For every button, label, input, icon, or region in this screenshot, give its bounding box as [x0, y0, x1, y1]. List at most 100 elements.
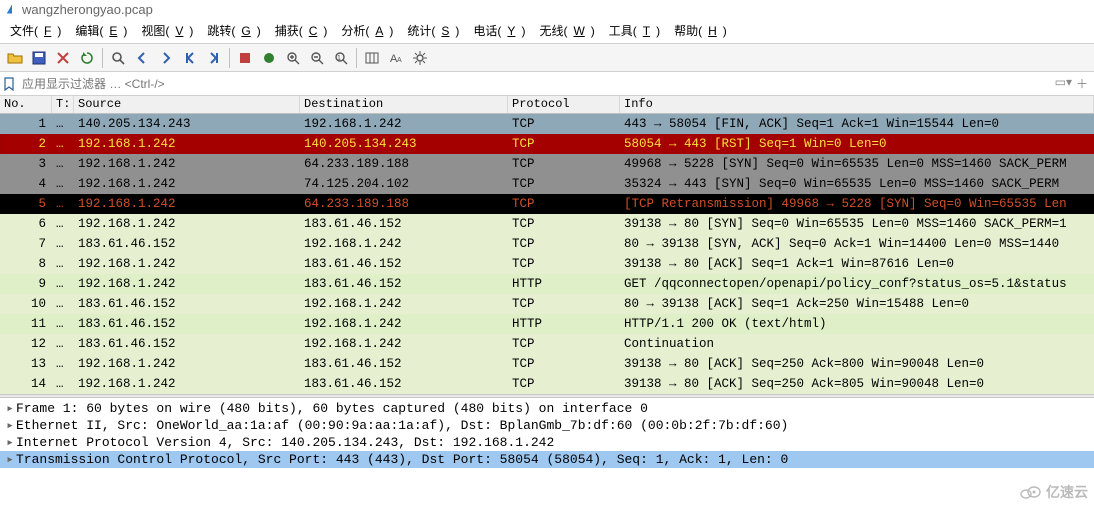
- table-row[interactable]: 1…140.205.134.243192.168.1.242TCP443 → 5…: [0, 114, 1094, 134]
- display-filter-input[interactable]: [18, 75, 1049, 93]
- detail-row[interactable]: ▸Ethernet II, Src: OneWorld_aa:1a:af (00…: [0, 417, 1094, 434]
- reload-icon[interactable]: [76, 47, 98, 69]
- cell-t: …: [52, 177, 74, 191]
- col-header-proto[interactable]: Protocol: [508, 96, 620, 113]
- table-row[interactable]: 11…183.61.46.152192.168.1.242HTTPHTTP/1.…: [0, 314, 1094, 334]
- cell-proto: TCP: [508, 237, 620, 251]
- cell-no: 11: [0, 317, 52, 331]
- bookmark-icon[interactable]: [0, 77, 18, 91]
- cell-src: 192.168.1.242: [74, 277, 300, 291]
- cell-no: 8: [0, 257, 52, 271]
- cell-proto: TCP: [508, 117, 620, 131]
- text-size-icon[interactable]: AA: [385, 47, 407, 69]
- table-row[interactable]: 8…192.168.1.242183.61.46.152TCP39138 → 8…: [0, 254, 1094, 274]
- table-row[interactable]: 10…183.61.46.152192.168.1.242TCP80 → 391…: [0, 294, 1094, 314]
- col-header-info[interactable]: Info: [620, 96, 1094, 113]
- filter-expression-icon[interactable]: ▭▾: [1055, 75, 1072, 92]
- cell-dst: 183.61.46.152: [300, 277, 508, 291]
- save-icon[interactable]: [28, 47, 50, 69]
- menu-item[interactable]: 工具(T): [603, 20, 666, 41]
- expand-icon[interactable]: ▸: [4, 401, 16, 416]
- cell-proto: TCP: [508, 357, 620, 371]
- menu-item[interactable]: 编辑(E): [69, 20, 133, 41]
- cell-dst: 183.61.46.152: [300, 377, 508, 391]
- cell-info: Continuation: [620, 337, 1094, 351]
- cell-src: 192.168.1.242: [74, 217, 300, 231]
- skip-back-icon[interactable]: [179, 47, 201, 69]
- watermark: 亿速云: [1020, 482, 1088, 502]
- table-row[interactable]: 2…192.168.1.242140.205.134.243TCP58054 →…: [0, 134, 1094, 154]
- cell-src: 192.168.1.242: [74, 197, 300, 211]
- cell-t: …: [52, 237, 74, 251]
- zoom-fit-icon[interactable]: 1: [330, 47, 352, 69]
- svg-text:1: 1: [337, 55, 341, 62]
- table-row[interactable]: 3…192.168.1.24264.233.189.188TCP49968 → …: [0, 154, 1094, 174]
- cell-info: HTTP/1.1 200 OK (text/html): [620, 317, 1094, 331]
- record-icon[interactable]: [258, 47, 280, 69]
- menu-item[interactable]: 统计(S): [401, 20, 465, 41]
- cell-no: 7: [0, 237, 52, 251]
- col-header-source[interactable]: Source: [74, 96, 300, 113]
- table-row[interactable]: 14…192.168.1.242183.61.46.152TCP39138 → …: [0, 374, 1094, 394]
- menu-item[interactable]: 跳转(G): [201, 20, 266, 41]
- detail-row[interactable]: ▸Internet Protocol Version 4, Src: 140.2…: [0, 434, 1094, 451]
- table-row[interactable]: 13…192.168.1.242183.61.46.152TCP39138 → …: [0, 354, 1094, 374]
- col-header-no[interactable]: No.: [0, 96, 52, 113]
- cell-info: GET /qqconnectopen/openapi/policy_conf?s…: [620, 277, 1094, 291]
- cell-dst: 192.168.1.242: [300, 337, 508, 351]
- detail-row[interactable]: ▸Transmission Control Protocol, Src Port…: [0, 451, 1094, 468]
- back-icon[interactable]: [131, 47, 153, 69]
- expand-icon[interactable]: ▸: [4, 452, 16, 467]
- zoom-out-icon[interactable]: [306, 47, 328, 69]
- cell-no: 12: [0, 337, 52, 351]
- cell-info: [TCP Retransmission] 49968 → 5228 [SYN] …: [620, 197, 1094, 211]
- cell-t: …: [52, 297, 74, 311]
- menu-item[interactable]: 捕获(C): [269, 20, 334, 41]
- detail-row[interactable]: ▸Frame 1: 60 bytes on wire (480 bits), 6…: [0, 400, 1094, 417]
- col-header-dest[interactable]: Destination: [300, 96, 508, 113]
- cell-src: 183.61.46.152: [74, 317, 300, 331]
- table-row[interactable]: 4…192.168.1.24274.125.204.102TCP35324 → …: [0, 174, 1094, 194]
- zoom-in-icon[interactable]: [282, 47, 304, 69]
- cell-src: 192.168.1.242: [74, 157, 300, 171]
- filter-apply-icon[interactable]: ＋: [1076, 75, 1088, 92]
- title-bar: wangzherongyao.pcap: [0, 0, 1094, 18]
- menu-item[interactable]: 视图(V): [135, 20, 199, 41]
- expand-icon[interactable]: ▸: [4, 418, 16, 433]
- search-icon[interactable]: [107, 47, 129, 69]
- detail-text: Transmission Control Protocol, Src Port:…: [16, 452, 788, 467]
- folder-open-icon[interactable]: [4, 47, 26, 69]
- table-row[interactable]: 7…183.61.46.152192.168.1.242TCP80 → 3913…: [0, 234, 1094, 254]
- close-icon[interactable]: [52, 47, 74, 69]
- menu-item[interactable]: 帮助(H): [668, 20, 733, 41]
- cell-src: 192.168.1.242: [74, 177, 300, 191]
- table-row[interactable]: 6…192.168.1.242183.61.46.152TCP39138 → 8…: [0, 214, 1094, 234]
- cell-t: …: [52, 377, 74, 391]
- detail-text: Frame 1: 60 bytes on wire (480 bits), 60…: [16, 401, 648, 416]
- table-row[interactable]: 5…192.168.1.24264.233.189.188TCP[TCP Ret…: [0, 194, 1094, 214]
- skip-forward-icon[interactable]: [203, 47, 225, 69]
- forward-icon[interactable]: [155, 47, 177, 69]
- window-title: wangzherongyao.pcap: [22, 2, 153, 17]
- menu-item[interactable]: 电话(Y): [467, 20, 531, 41]
- expand-icon[interactable]: ▸: [4, 435, 16, 450]
- cell-src: 192.168.1.242: [74, 137, 300, 151]
- columns-icon[interactable]: [361, 47, 383, 69]
- cell-src: 140.205.134.243: [74, 117, 300, 131]
- cell-info: 39138 → 80 [SYN] Seq=0 Win=65535 Len=0 M…: [620, 217, 1094, 231]
- menu-item[interactable]: 无线(W): [533, 20, 600, 41]
- table-row[interactable]: 9…192.168.1.242183.61.46.152HTTPGET /qqc…: [0, 274, 1094, 294]
- packet-list-header: No. T: Source Destination Protocol Info: [0, 96, 1094, 114]
- stop-icon[interactable]: [234, 47, 256, 69]
- settings-icon[interactable]: [409, 47, 431, 69]
- packet-list: 1…140.205.134.243192.168.1.242TCP443 → 5…: [0, 114, 1094, 394]
- menu-item[interactable]: 文件(F): [4, 20, 67, 41]
- menu-item[interactable]: 分析(A): [335, 20, 399, 41]
- cell-dst: 192.168.1.242: [300, 117, 508, 131]
- table-row[interactable]: 12…183.61.46.152192.168.1.242TCPContinua…: [0, 334, 1094, 354]
- col-header-time[interactable]: T:: [52, 96, 74, 113]
- cell-t: …: [52, 157, 74, 171]
- cell-dst: 183.61.46.152: [300, 357, 508, 371]
- cell-dst: 192.168.1.242: [300, 317, 508, 331]
- cell-t: …: [52, 217, 74, 231]
